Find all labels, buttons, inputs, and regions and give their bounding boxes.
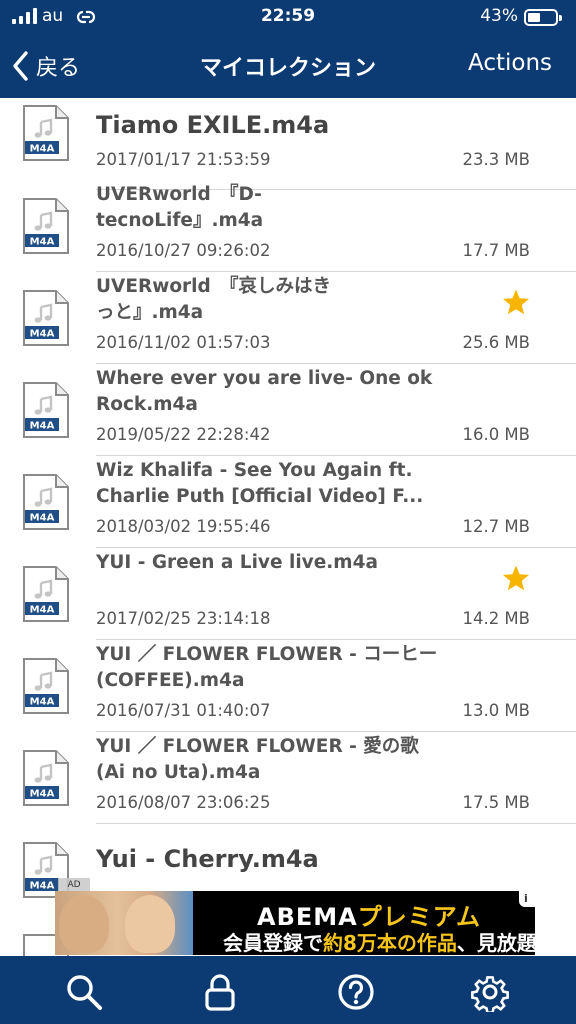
star-icon[interactable] (502, 564, 530, 592)
file-name: YUI ／ FLOWER FLOWER - コーヒー (COFFEE).m4a (96, 644, 438, 691)
lock-icon (205, 974, 235, 1011)
file-row[interactable]: M4A YUI ／ FLOWER FLOWER - 愛の歌 (Ai no Uta… (0, 732, 576, 824)
file-row[interactable]: M4A Tiamo EXILE.m4a 2017/01/17 21:53:59 … (0, 98, 576, 190)
ad-tagline: 会員登録で約8万本の作品、見放題 (223, 931, 535, 955)
search-tab[interactable] (64, 972, 104, 1012)
file-date: 2018/03/02 19:55:46 (96, 517, 271, 536)
file-row[interactable]: M4A YUI ／ FLOWER FLOWER - コーヒー (COFFEE).… (0, 640, 576, 732)
file-size: 17.7 MB (462, 241, 530, 260)
file-list: M4A Tiamo EXILE.m4a 2017/01/17 21:53:59 … (0, 98, 576, 956)
file-row[interactable]: M4A UVERworld 『D-tecnoLife』.m4a 2016/10/… (0, 180, 576, 272)
file-date: 2019/05/22 22:28:42 (96, 425, 271, 444)
file-name: Yui - Cherry.m4a (96, 845, 319, 873)
file-date: 2016/08/07 23:06:25 (96, 793, 271, 812)
ad-choice-badge[interactable]: AD (58, 878, 90, 892)
svg-text:M4A: M4A (30, 329, 55, 340)
svg-text:M4A: M4A (30, 697, 55, 708)
back-button[interactable]: 戻る (10, 48, 80, 84)
file-name: UVERworld 『哀しみはきっと』.m4a (96, 276, 331, 323)
file-row[interactable]: M4A YUI - Green a Live live.m4a 2017/02/… (0, 548, 576, 640)
file-size: 23.3 MB (462, 150, 530, 169)
m4a-file-icon: M4A (22, 381, 70, 439)
svg-text:M4A: M4A (30, 881, 55, 892)
navigation-bar: 戻る マイコレクション Actions (0, 34, 576, 98)
back-button-label: 戻る (36, 56, 81, 81)
m4a-file-icon: M4A (22, 565, 70, 623)
ad-image (55, 891, 193, 955)
help-tab[interactable] (336, 972, 376, 1012)
lock-tab[interactable] (200, 972, 240, 1012)
file-date: 2017/02/25 23:14:18 (96, 609, 271, 628)
file-size: 25.6 MB (462, 333, 530, 352)
file-size: 16.0 MB (462, 425, 530, 444)
gear-icon (471, 976, 509, 1014)
settings-tab[interactable] (470, 972, 510, 1014)
svg-text:M4A: M4A (30, 605, 55, 616)
ad-info-icon[interactable]: i (519, 891, 535, 907)
m4a-file-icon: M4A (22, 197, 70, 255)
file-date: 2017/01/17 21:53:59 (96, 150, 271, 169)
file-name: YUI ／ FLOWER FLOWER - 愛の歌 (Ai no Uta).m4… (96, 736, 419, 783)
top-header: au 22:59 43% 戻る マイコレクション Actions (0, 0, 576, 98)
file-date: 2016/10/27 09:26:02 (96, 241, 271, 260)
file-date: 2016/07/31 01:40:07 (96, 701, 271, 720)
file-name: Where ever you are live- One ok Rock.m4a (96, 368, 433, 415)
m4a-file-icon: M4A (22, 657, 70, 715)
file-row[interactable]: M4A UVERworld 『哀しみはきっと』.m4a 2016/11/02 0… (0, 272, 576, 364)
file-row[interactable]: M4A Wiz Khalifa - See You Again ft. Char… (0, 456, 576, 548)
m4a-file-icon: M4A (22, 473, 70, 531)
file-row[interactable]: M4A Where ever you are live- One ok Rock… (0, 364, 576, 456)
file-name: YUI - Green a Live live.m4a (96, 552, 378, 573)
m4a-file-icon: M4A (22, 749, 70, 807)
battery-icon (524, 9, 562, 26)
m4a-file-icon: M4A (22, 104, 70, 162)
svg-text:M4A: M4A (30, 421, 55, 432)
file-size: 13.0 MB (462, 701, 530, 720)
svg-text:M4A: M4A (30, 144, 55, 155)
svg-text:M4A: M4A (30, 789, 55, 800)
help-icon (338, 974, 374, 1010)
file-name: UVERworld 『D-tecnoLife』.m4a (96, 184, 264, 231)
ad-banner[interactable]: ABEMAプレミアム 会員登録で約8万本の作品、見放題 i (55, 891, 535, 955)
search-icon (67, 975, 102, 1010)
star-icon[interactable] (502, 288, 530, 316)
svg-text:M4A: M4A (30, 513, 55, 524)
chevron-left-icon (13, 51, 28, 81)
file-date: 2016/11/02 01:57:03 (96, 333, 271, 352)
file-size: 17.5 MB (462, 793, 530, 812)
bottom-tab-bar (0, 956, 576, 1024)
m4a-file-icon: M4A (22, 289, 70, 347)
file-name: Tiamo EXILE.m4a (96, 111, 330, 139)
file-name: Wiz Khalifa - See You Again ft. Charlie … (96, 460, 424, 507)
svg-text:M4A: M4A (30, 237, 55, 248)
file-size: 12.7 MB (462, 517, 530, 536)
actions-button[interactable]: Actions (468, 50, 552, 76)
file-size: 14.2 MB (462, 609, 530, 628)
battery-percentage: 43% (480, 6, 518, 26)
status-bar: au 22:59 43% (0, 0, 576, 34)
